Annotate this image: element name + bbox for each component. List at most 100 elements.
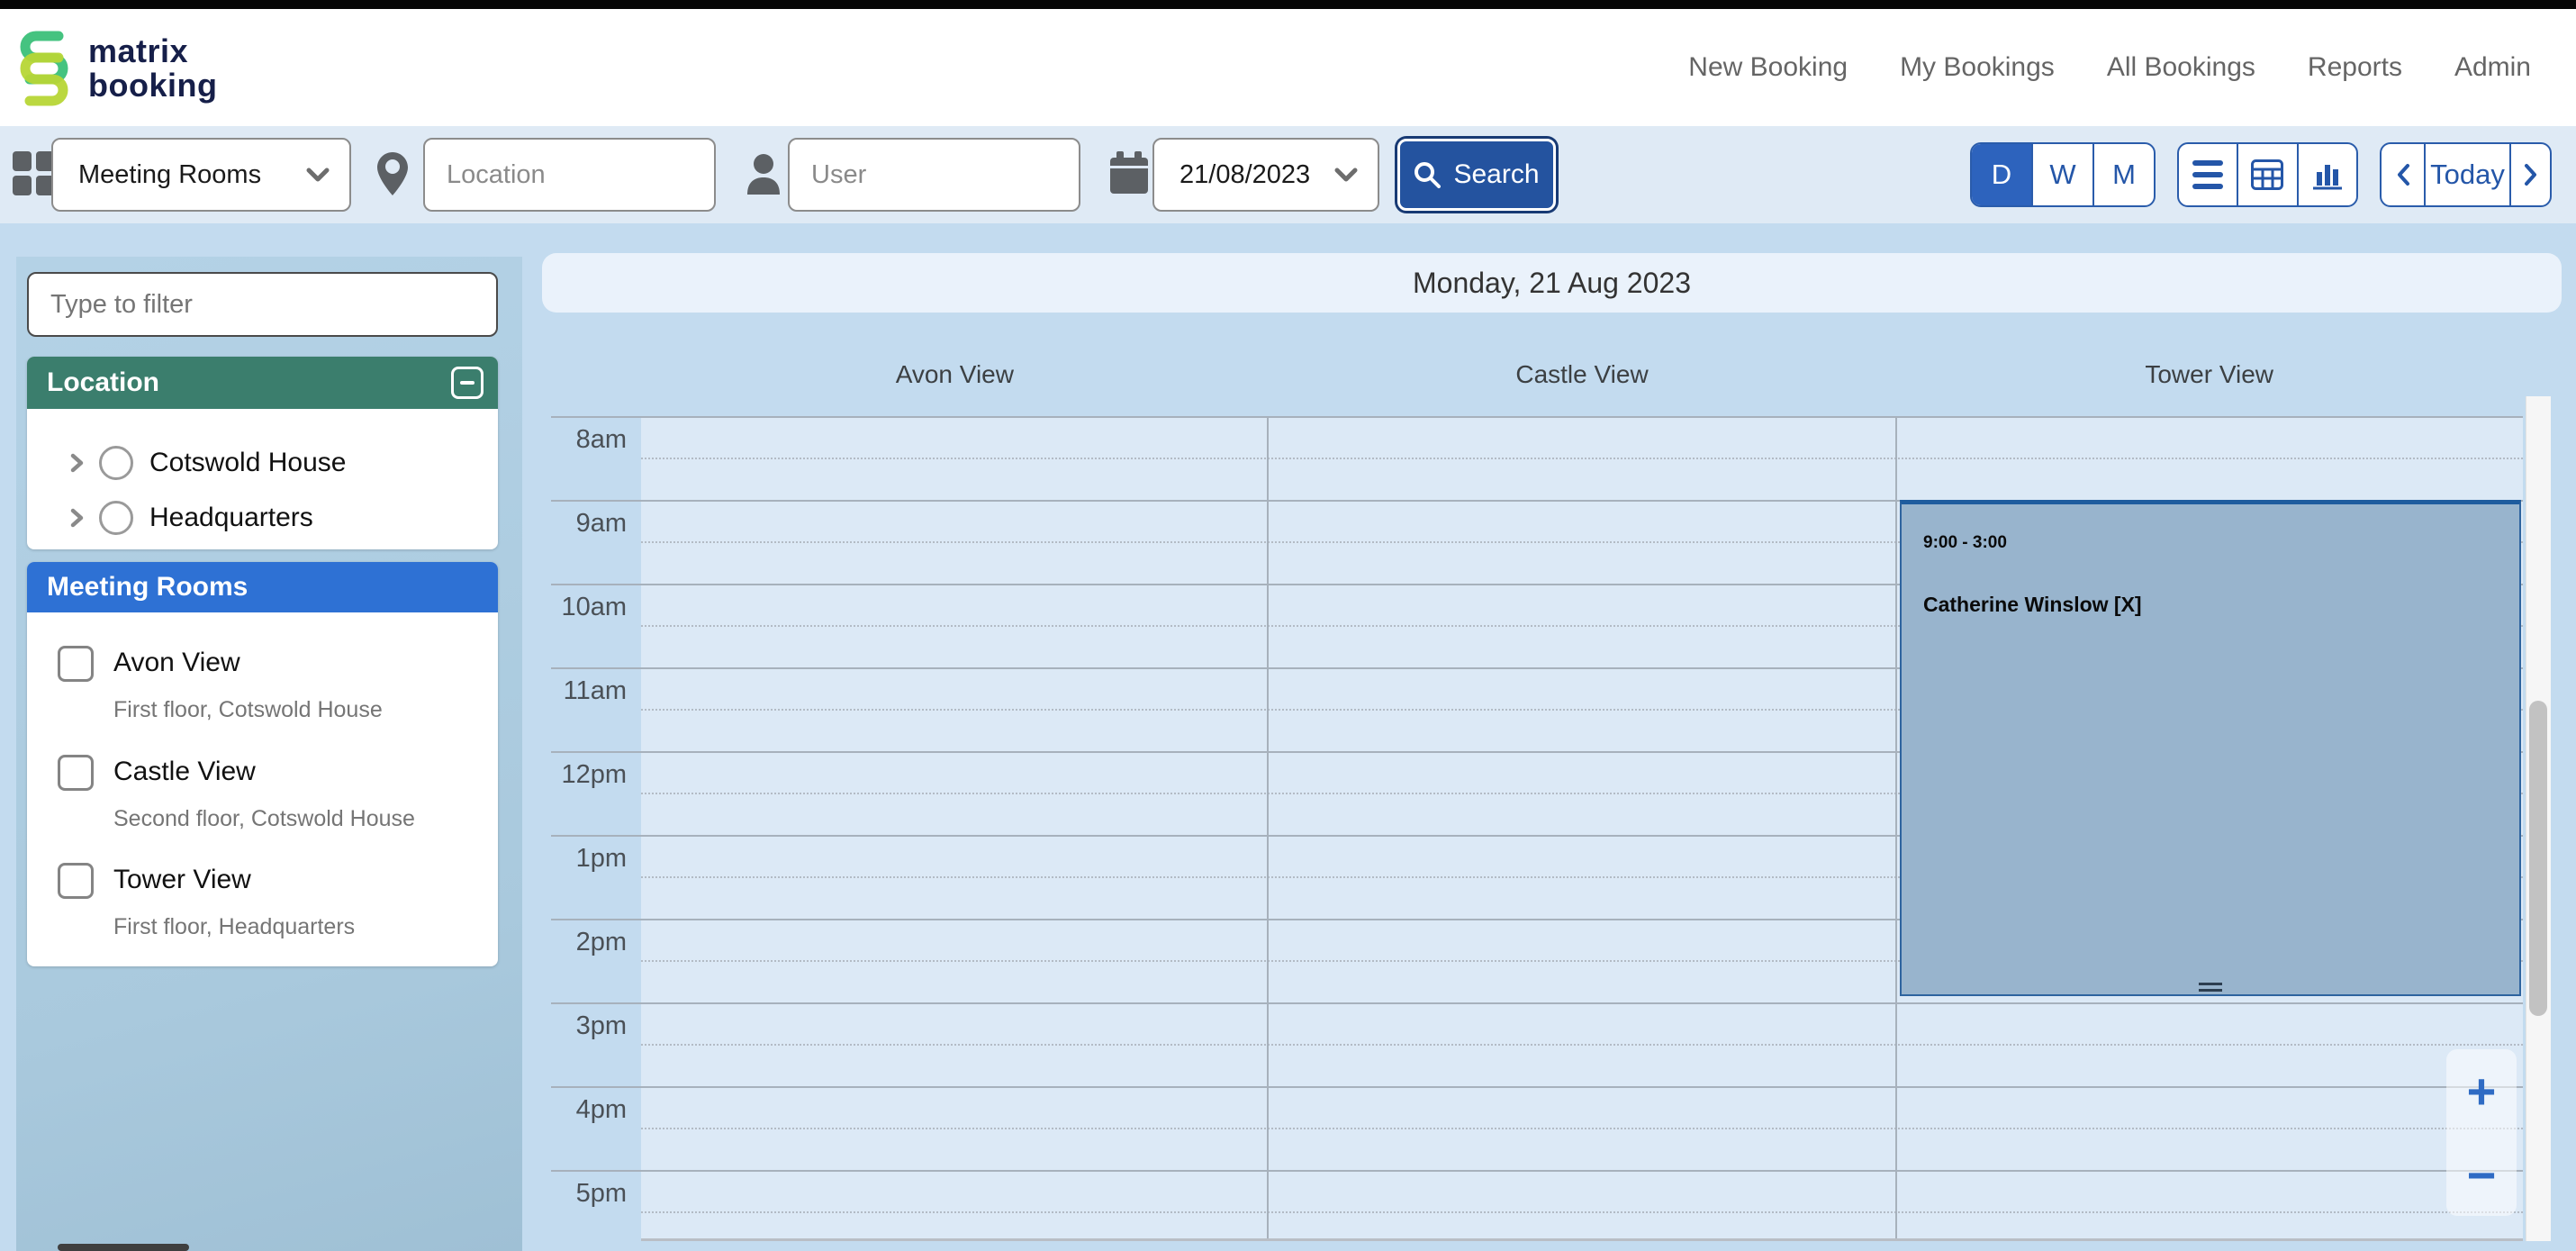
filter-sidebar: Location Cotswold House Headquarters Mee… [16, 257, 522, 1251]
grid-hour-row [641, 1170, 2523, 1241]
tree-item-label: Headquarters [149, 503, 313, 533]
tree-item-cotswold-house[interactable]: Cotswold House [27, 438, 498, 488]
avon-view-checkbox[interactable] [58, 646, 94, 682]
top-black-bar [0, 0, 2576, 9]
meeting-rooms-panel-header: Meeting Rooms [27, 562, 498, 612]
column-header-tower-view: Tower View [1895, 360, 2523, 389]
filter-input[interactable] [29, 274, 496, 335]
time-label-11am: 11am [540, 676, 627, 706]
column-divider [1895, 416, 1897, 1238]
booking-event-catherine-winslow[interactable]: 9:00 - 3:00 Catherine Winslow [X] [1900, 500, 2521, 996]
category-select[interactable]: Meeting Rooms [51, 138, 351, 212]
bar-chart-icon [2311, 159, 2344, 190]
display-mode-group [2177, 142, 2358, 207]
tree-item-label: Cotswold House [149, 448, 346, 478]
event-resize-handle[interactable] [2199, 983, 2222, 992]
cotswold-house-radio[interactable] [99, 446, 133, 480]
tower-view-checkbox[interactable] [58, 863, 94, 899]
view-day-button[interactable]: D [1972, 144, 2031, 205]
time-label-5pm: 5pm [540, 1179, 627, 1209]
room-title-tower-view[interactable]: Tower View [113, 865, 251, 895]
matrix-booking-logo[interactable]: matrix booking [16, 25, 217, 112]
user-icon [746, 153, 782, 195]
location-panel: Location Cotswold House Headquarters [27, 357, 498, 549]
tree-item-headquarters[interactable]: Headquarters [27, 493, 498, 543]
time-label-1pm: 1pm [540, 844, 627, 874]
date-nav-group: Today [2380, 142, 2552, 207]
time-label-2pm: 2pm [540, 928, 627, 957]
location-pin-icon [376, 151, 409, 196]
view-week-button[interactable]: W [2031, 144, 2092, 205]
search-icon [1414, 161, 1441, 188]
next-day-button[interactable] [2509, 144, 2550, 205]
headquarters-radio[interactable] [99, 501, 133, 535]
category-select-value: Meeting Rooms [78, 160, 261, 190]
table-view-button[interactable] [2237, 144, 2296, 205]
event-time-range: 9:00 - 3:00 [1923, 533, 2007, 553]
column-header-avon-view: Avon View [641, 360, 1269, 389]
nav-new-booking[interactable]: New Booking [1688, 52, 1848, 83]
room-title-avon-view[interactable]: Avon View [113, 648, 240, 678]
app-header: matrix booking New Booking My Bookings A… [0, 9, 2576, 126]
collapse-minus-icon[interactable] [451, 367, 484, 399]
room-subtitle: Second floor, Cotswold House [113, 806, 415, 832]
calendar-date-title: Monday, 21 Aug 2023 [1413, 267, 1691, 300]
nav-admin[interactable]: Admin [2454, 52, 2531, 83]
room-title-castle-view[interactable]: Castle View [113, 757, 256, 787]
column-divider [1267, 416, 1269, 1238]
sidebar-horizontal-scrollbar[interactable] [58, 1244, 189, 1251]
location-input[interactable] [425, 160, 714, 190]
column-header-castle-view: Castle View [1269, 360, 1896, 389]
meeting-rooms-panel: Meeting Rooms Avon View First floor, Cot… [27, 562, 498, 966]
time-label-10am: 10am [540, 593, 627, 622]
zoom-in-button[interactable]: + [2446, 1049, 2517, 1132]
nav-reports[interactable]: Reports [2308, 52, 2402, 83]
room-subtitle: First floor, Headquarters [113, 914, 355, 940]
main-nav: New Booking My Bookings All Bookings Rep… [1688, 9, 2531, 126]
category-grid-icon [13, 151, 56, 196]
logo-wordmark: matrix booking [88, 34, 217, 103]
today-button[interactable]: Today [2424, 144, 2509, 205]
search-button[interactable]: Search [1397, 139, 1556, 211]
chevron-down-icon [306, 168, 330, 182]
time-label-8am: 8am [540, 425, 627, 455]
time-label-9am: 9am [540, 509, 627, 539]
list-view-button[interactable] [2179, 144, 2237, 205]
chevron-left-icon [2396, 163, 2410, 186]
location-field-wrap [423, 138, 716, 212]
chevron-right-icon [67, 508, 86, 528]
time-label-3pm: 3pm [540, 1011, 627, 1041]
calendar-grid[interactable]: 9:00 - 3:00 Catherine Winslow [X] [641, 416, 2523, 1241]
chart-view-button[interactable] [2297, 144, 2356, 205]
column-headers: Avon View Castle View Tower View [641, 360, 2523, 389]
meeting-rooms-panel-title: Meeting Rooms [47, 572, 248, 603]
view-toggle-group: D W M [1970, 142, 2156, 207]
calendar-scrollbar-thumb[interactable] [2529, 701, 2547, 1016]
view-month-button[interactable]: M [2092, 144, 2154, 205]
zoom-controls: + − [2446, 1049, 2517, 1216]
search-button-label: Search [1453, 159, 1539, 190]
user-input[interactable] [790, 160, 1079, 190]
nav-my-bookings[interactable]: My Bookings [1900, 52, 2055, 83]
castle-view-checkbox[interactable] [58, 755, 94, 791]
event-title: Catherine Winslow [X] [1923, 593, 2142, 617]
user-field-wrap [788, 138, 1080, 212]
search-toolbar: Meeting Rooms 21/08/2023 Search D W M [0, 126, 2576, 223]
filter-field-wrap [27, 272, 498, 337]
date-select-value: 21/08/2023 [1180, 160, 1310, 190]
room-subtitle: First floor, Cotswold House [113, 697, 383, 723]
nav-all-bookings[interactable]: All Bookings [2107, 52, 2255, 83]
date-select[interactable]: 21/08/2023 [1152, 138, 1379, 212]
zoom-out-button[interactable]: − [2446, 1133, 2517, 1216]
time-label-4pm: 4pm [540, 1095, 627, 1125]
grid-hour-row [641, 416, 2523, 500]
table-icon [2251, 159, 2283, 190]
matrix-booking-logo-icon [16, 25, 72, 112]
list-icon [2192, 160, 2223, 189]
prev-day-button[interactable] [2382, 144, 2424, 205]
grid-hour-row [641, 1086, 2523, 1170]
grid-hour-row [641, 1002, 2523, 1086]
location-panel-title: Location [47, 367, 159, 398]
chevron-right-icon [2524, 163, 2538, 186]
calendar-icon [1109, 151, 1149, 195]
